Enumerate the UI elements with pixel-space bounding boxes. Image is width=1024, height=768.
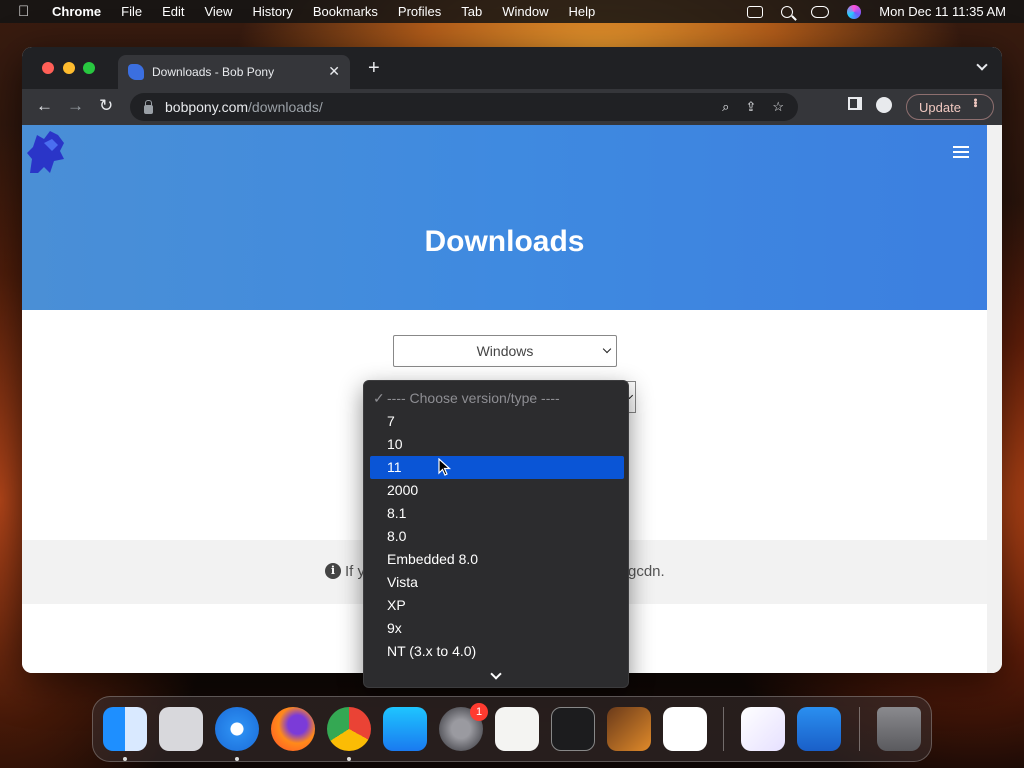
address-bar[interactable]: bobpony.com/downloads/ ⌕ ⇪ ☆ [130,93,798,121]
control-center-icon[interactable] [811,5,830,18]
new-tab-plus-icon[interactable]: + [368,58,380,78]
url-host: bobpony.com [165,99,249,115]
bob-pony-logo-icon[interactable] [24,129,68,177]
running-indicator [123,757,127,761]
menu-view[interactable]: View [204,4,232,19]
url-path: /downloads/ [248,99,323,115]
share-icon[interactable]: ⇪ [745,99,756,115]
page-title: Downloads [424,225,585,258]
update-button[interactable]: Update ••• [906,94,994,120]
menu-tab[interactable]: Tab [461,4,482,19]
menu-history[interactable]: History [252,4,292,19]
notice-text-end: gcdn. [628,563,665,580]
tab-title: Downloads - Bob Pony [152,65,275,79]
running-indicator [235,757,239,761]
tab-strip: Downloads - Bob Pony ✕ + [22,47,1002,89]
bob-pony-favicon-icon [128,64,144,80]
toolbar-right-icons [848,97,892,113]
reload-icon[interactable]: ↻ [99,97,113,115]
lock-icon[interactable] [144,99,153,114]
version-dropdown-list: ✓ ---- Choose version/type ---- 7 10 11 2… [363,380,629,688]
info-icon: i [325,563,341,579]
macos-dock: 1 [92,696,932,762]
apple-menu-icon[interactable]:  [18,3,36,20]
menu-profiles[interactable]: Profiles [398,4,441,19]
dropdown-placeholder-option[interactable]: ✓ ---- Choose version/type ---- [370,387,624,410]
option-11[interactable]: 11 [370,456,624,479]
dock-separator [723,707,724,751]
browser-toolbar: ← → ↻ bobpony.com/downloads/ ⌕ ⇪ ☆ Updat… [22,89,1002,125]
menu-help[interactable]: Help [569,4,596,19]
option-8-1[interactable]: 8.1 [370,502,624,525]
page-scrollbar[interactable] [987,125,1002,673]
trash-icon[interactable] [877,707,921,751]
scroll-down-chevron-icon[interactable] [490,668,502,680]
option-7[interactable]: 7 [370,410,624,433]
menu-bookmarks[interactable]: Bookmarks [313,4,378,19]
vscode-icon[interactable] [663,707,707,751]
system-settings-icon[interactable]: 1 [439,703,488,751]
running-indicator [347,757,351,761]
close-window-button[interactable] [42,62,54,74]
tab-downloads[interactable]: Downloads - Bob Pony ✕ [118,55,350,89]
menubar-status-area: Mon Dec 11 11:35 AM [747,0,1006,23]
option-nt[interactable]: NT (3.x to 4.0) [370,640,624,663]
checkmark-icon: ✓ [373,390,385,406]
update-label: Update [919,99,961,115]
weather-icon[interactable] [797,707,841,751]
spotlight-search-icon[interactable] [781,5,794,18]
screen-mirroring-icon[interactable] [747,5,764,18]
bookmark-star-icon[interactable]: ☆ [772,99,784,115]
dock-separator [859,707,860,751]
menubar-clock[interactable]: Mon Dec 11 11:35 AM [879,4,1006,19]
minimize-window-button[interactable] [63,62,75,74]
hamburger-menu-icon[interactable] [953,146,969,158]
hero-banner: Downloads [22,125,987,310]
finder-icon[interactable] [103,707,147,751]
tab-search-chevron-icon[interactable] [976,59,988,71]
zoom-search-icon[interactable]: ⌕ [722,99,729,115]
option-8-0[interactable]: 8.0 [370,525,624,548]
more-menu-icon[interactable]: ••• [969,98,981,107]
back-arrow-icon[interactable]: ← [36,97,53,115]
safari-icon[interactable] [215,707,259,751]
notification-badge: 1 [470,703,488,721]
os-select[interactable]: Windows [393,335,617,367]
forward-arrow-icon[interactable]: → [67,97,84,115]
close-tab-icon[interactable]: ✕ [328,63,340,80]
omnibox-actions: ⌕ ⇪ ☆ [722,99,784,115]
menu-file[interactable]: File [121,4,142,19]
option-vista[interactable]: Vista [370,571,624,594]
notice-text-start: If y [345,563,366,580]
launchpad-icon[interactable] [159,707,203,751]
side-panel-icon[interactable] [848,97,862,110]
fullscreen-window-button[interactable] [83,62,95,74]
option-xp[interactable]: XP [370,594,624,617]
os-select-value: Windows [476,343,534,359]
option-2000[interactable]: 2000 [370,479,624,502]
macos-menu-bar:  Chrome File Edit View History Bookmark… [0,0,1024,23]
menu-window[interactable]: Window [502,4,548,19]
menu-app-name[interactable]: Chrome [52,4,101,19]
terminal-icon[interactable] [551,707,595,751]
option-9x[interactable]: 9x [370,617,624,640]
firefox-icon[interactable] [271,707,315,751]
chrome-icon[interactable] [327,707,371,751]
profile-avatar-icon[interactable] [876,97,892,113]
option-10[interactable]: 10 [370,433,624,456]
option-embedded-8-0[interactable]: Embedded 8.0 [370,548,624,571]
menu-edit[interactable]: Edit [162,4,184,19]
garageband-icon[interactable] [607,707,651,751]
visual-studio-icon[interactable] [741,707,785,751]
textedit-icon[interactable] [495,707,539,751]
chevron-down-icon [602,344,612,354]
app-store-icon[interactable] [383,707,427,751]
siri-icon[interactable] [847,4,862,19]
